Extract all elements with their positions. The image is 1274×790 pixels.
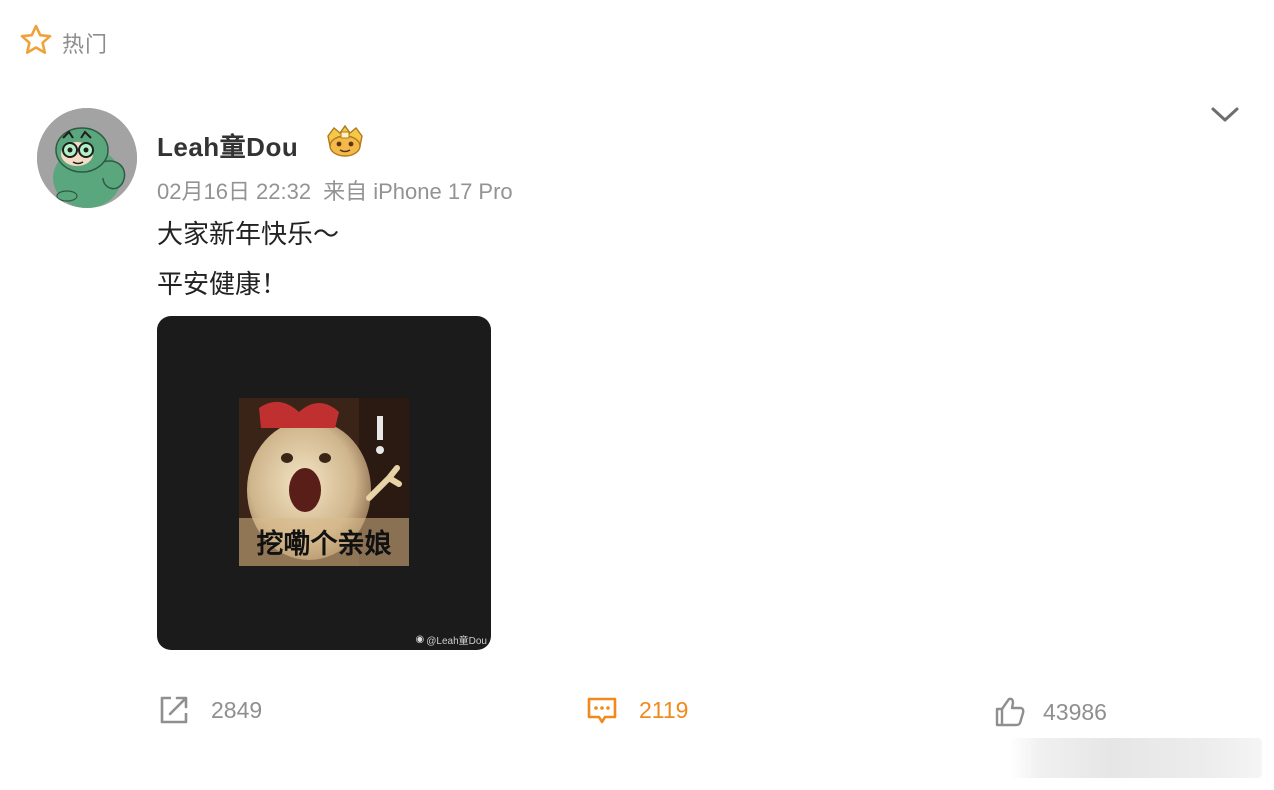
avatar[interactable] (37, 108, 137, 208)
post-text-line: 大家新年快乐～ (157, 219, 340, 249)
comment-icon (585, 693, 619, 727)
post-meta: 02月16日 22:32 来自 iPhone 17 Pro (157, 174, 513, 206)
comment-count: 2119 (639, 696, 689, 723)
post-timestamp[interactable]: 02月16日 22:32 (157, 179, 311, 204)
repost-icon (157, 693, 191, 727)
section-header: 热门 (18, 22, 108, 63)
chevron-down-icon[interactable] (1208, 100, 1242, 128)
repost-count: 2849 (211, 696, 263, 723)
like-icon (993, 695, 1027, 729)
star-icon (18, 22, 54, 63)
repost-button[interactable]: 2849 (157, 690, 262, 730)
post-image[interactable]: 挖嘞个亲娘 ◉ @Leah童Dou (157, 316, 491, 650)
section-label: 热门 (62, 31, 109, 57)
meme-image: 挖嘞个亲娘 (239, 398, 409, 566)
comment-button[interactable]: 2119 (585, 690, 688, 730)
like-count: 43986 (1043, 698, 1107, 725)
meme-caption: 挖嘞个亲娘 (256, 529, 392, 559)
image-watermark: ◉ @Leah童Dou (416, 632, 487, 647)
blurred-overlay (1010, 738, 1262, 778)
like-button[interactable]: 43986 (993, 692, 1107, 732)
watermark-text: @Leah童Dou (426, 636, 487, 647)
post-source: 来自 iPhone 17 Pro (323, 179, 513, 204)
post-text-line: 平安健康！ (157, 269, 288, 299)
vip-badge-icon[interactable] (324, 124, 366, 160)
weibo-logo-icon: ◉ (415, 634, 425, 645)
author-name[interactable]: Leah童Dou (157, 127, 298, 164)
